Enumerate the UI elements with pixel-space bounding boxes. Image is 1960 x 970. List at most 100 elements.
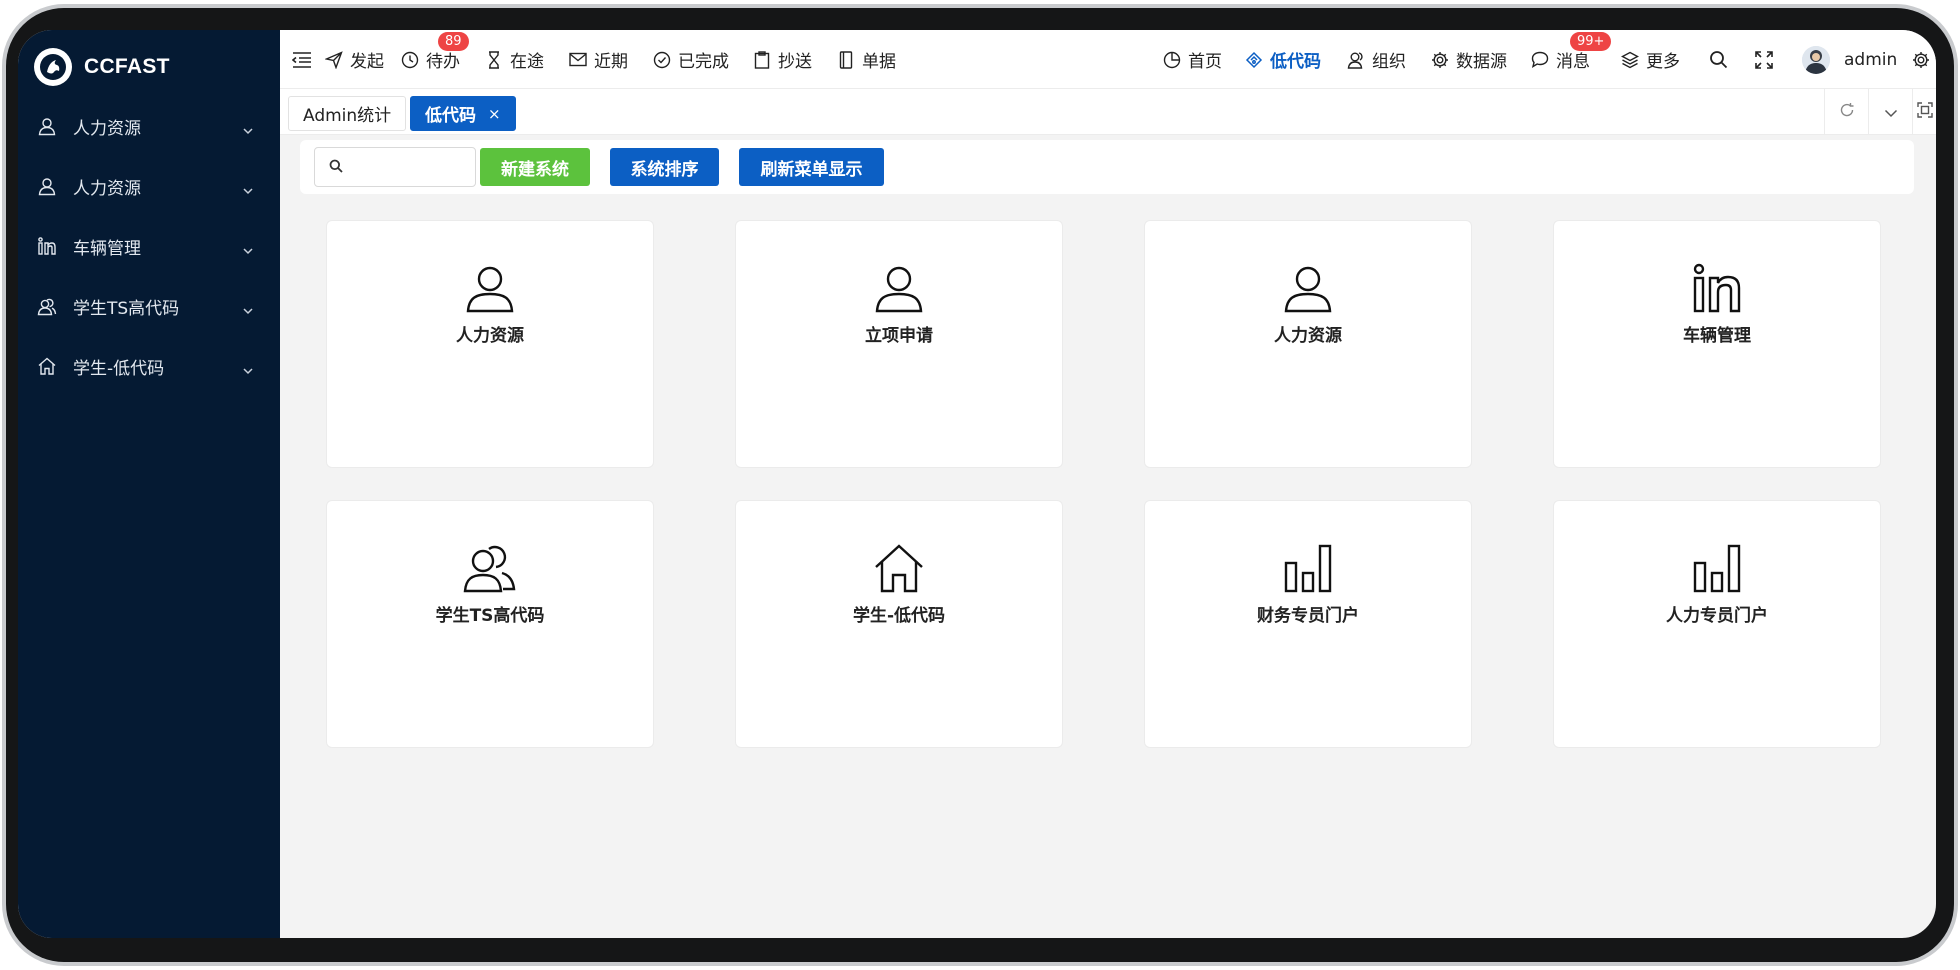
team-icon [462,543,518,593]
home-icon [36,355,58,377]
sidebar-item-student-ts[interactable]: 学生TS高代码 [18,276,280,336]
user-icon [1280,263,1336,313]
chevron-down-icon [242,120,254,139]
close-icon[interactable]: × [488,105,501,123]
system-card[interactable]: 人力资源 [1144,220,1472,468]
settings-button[interactable] [1911,30,1936,89]
layers-icon [1620,50,1640,70]
logo-icon [34,48,72,86]
search-button[interactable] [1708,30,1734,89]
app-screen: CCFAST 人力资源 人力资源 车辆管理 学生TS高代码 学生-低代码 发起 … [18,30,1936,938]
tab-admin-stats[interactable]: Admin统计 [288,96,407,131]
system-card-label: 学生-低代码 [852,606,946,626]
sidebar-item-hr-2[interactable]: 人力资源 [18,156,280,216]
sidebar-item-label: 人力资源 [73,178,141,199]
sidebar-item-vehicles[interactable]: 车辆管理 [18,216,280,276]
sidebar: CCFAST 人力资源 人力资源 车辆管理 学生TS高代码 学生-低代码 [18,30,280,938]
sidebar-item-student-lowcode[interactable]: 学生-低代码 [18,336,280,396]
fullscreen-button[interactable] [1754,30,1780,89]
search-input[interactable] [351,158,471,176]
sidebar-item-label: 车辆管理 [73,238,141,259]
nav-label: 更多 [1646,52,1680,72]
nav-completed[interactable]: 已完成 [652,30,729,89]
menu-toggle-button[interactable] [292,30,318,89]
system-card-label: 车辆管理 [1683,326,1751,346]
refresh-menu-button[interactable]: 刷新菜单显示 [739,148,884,186]
mail-icon [568,50,588,70]
system-card-label: 立项申请 [865,326,933,346]
user-icon [462,263,518,313]
refresh-tab-button[interactable] [1824,89,1868,135]
system-card[interactable]: 立项申请 [735,220,1063,468]
main-area: 发起 待办 89 在途 近期 已完成 抄送 单据 首页 低代码 组织 数据源 消… [280,30,1936,938]
nav-label: 近期 [594,52,628,72]
nav-home[interactable]: 首页 [1162,30,1222,89]
nav-recent[interactable]: 近期 [568,30,628,89]
nav-documents[interactable]: 单据 [836,30,896,89]
nav-cc[interactable]: 抄送 [752,30,812,89]
chat-icon [1530,50,1550,70]
sidebar-item-label: 学生-低代码 [73,358,165,379]
message-count-badge: 99+ [1570,32,1612,51]
sort-systems-button[interactable]: 系统排序 [610,148,719,186]
nav-in-progress[interactable]: 在途 [484,30,544,89]
linkedin-icon [1689,263,1745,313]
system-card[interactable]: 学生TS高代码 [326,500,654,748]
system-card[interactable]: 人力专员门户 [1553,500,1881,748]
system-card[interactable]: 财务专员门户 [1144,500,1472,748]
user-icon [36,115,58,137]
nav-label: 首页 [1188,52,1222,72]
user-icon [871,263,927,313]
nav-label: 单据 [862,52,896,72]
system-card-label: 财务专员门户 [1257,606,1359,626]
app-logo[interactable]: CCFAST [34,46,170,88]
maximize-content-button[interactable] [1912,89,1936,135]
nav-messages[interactable]: 消息 99+ [1530,30,1612,89]
chevron-down-icon [242,300,254,319]
app-name: CCFAST [84,55,170,78]
search-box[interactable] [314,147,476,187]
new-system-button[interactable]: 新建系统 [480,148,590,186]
menu-fold-icon [292,50,312,70]
clipboard-icon [752,50,772,70]
nav-label: 已完成 [678,52,729,72]
search-icon [329,158,343,177]
sidebar-item-hr-1[interactable]: 人力资源 [18,96,280,156]
nav-todo[interactable]: 待办 89 [400,30,469,89]
top-navbar: 发起 待办 89 在途 近期 已完成 抄送 单据 首页 低代码 组织 数据源 消… [280,30,1936,89]
nav-organization[interactable]: 组织 [1346,30,1406,89]
nav-lowcode[interactable]: 低代码 [1244,30,1321,89]
nav-start[interactable]: 发起 [324,30,384,89]
tab-dropdown-button[interactable] [1868,89,1912,135]
system-card-label: 人力专员门户 [1666,606,1768,626]
bar-chart-icon [1689,543,1745,593]
dashboard-icon [1162,50,1182,70]
system-card[interactable]: 人力资源 [326,220,654,468]
user-name: admin [1844,49,1898,70]
user-menu[interactable]: admin [1802,30,1897,89]
team-icon [36,295,58,317]
system-card[interactable]: 学生-低代码 [735,500,1063,748]
chevron-down-icon [242,240,254,259]
system-card-label: 人力资源 [456,326,524,346]
system-card[interactable]: 车辆管理 [1553,220,1881,468]
linkedin-icon [36,235,58,257]
send-icon [324,50,344,70]
tab-label: Admin统计 [303,106,392,126]
user-icon [36,175,58,197]
nav-more[interactable]: 更多 [1620,30,1680,89]
sidebar-item-label: 学生TS高代码 [73,298,180,319]
fullscreen-icon [1754,50,1774,70]
nav-label: 在途 [510,52,544,72]
tab-lowcode[interactable]: 低代码 × [410,96,516,131]
nav-label: 发起 [350,52,384,72]
nav-datasource[interactable]: 数据源 [1430,30,1507,89]
system-card-label: 人力资源 [1274,326,1342,346]
nav-label: 组织 [1372,52,1406,72]
document-icon [836,50,856,70]
home-icon [871,543,927,593]
org-icon [1346,50,1366,70]
bar-chart-icon [1280,543,1336,593]
gear-icon [1430,50,1450,70]
refresh-icon [1839,102,1855,122]
